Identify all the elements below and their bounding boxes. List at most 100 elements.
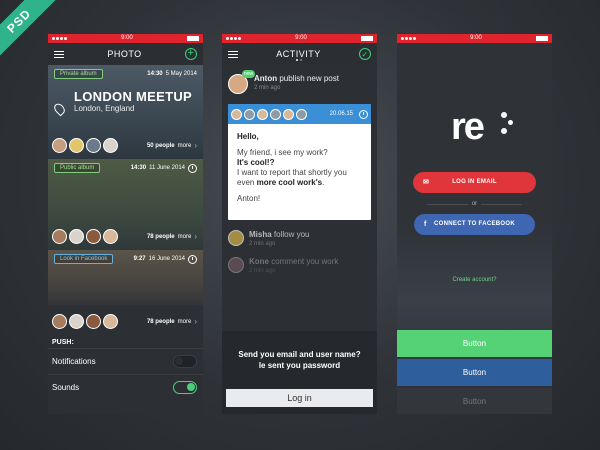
app-logo: re <box>451 106 485 148</box>
message-header: 20.06.15 <box>228 104 371 124</box>
people-row[interactable]: 50 people more › <box>52 138 197 153</box>
avatar[interactable] <box>52 229 67 244</box>
login-email-label: LOG IN EMAIL <box>452 179 497 185</box>
avatar[interactable] <box>103 314 118 329</box>
status-bar: 9:00 <box>397 34 552 43</box>
feed-item[interactable]: new Anton publish new post 2 min ago <box>222 65 377 94</box>
new-badge: new <box>241 70 255 78</box>
blue-button[interactable]: Button <box>397 359 552 386</box>
avatar[interactable] <box>244 108 255 120</box>
album-date: 5 May 2014 <box>165 71 197 77</box>
feed-item[interactable]: Kone comment you work 2 min ago <box>222 247 377 274</box>
avatar[interactable] <box>257 108 268 120</box>
feed-item[interactable]: Misha follow you 2 min ago <box>222 220 377 247</box>
login-prompt: Send you email and user name? le sent yo… <box>222 349 377 371</box>
chevron-right-icon[interactable]: › <box>194 232 197 241</box>
avatar[interactable] <box>52 138 67 153</box>
avatar[interactable] <box>228 257 244 273</box>
avatar[interactable] <box>86 229 101 244</box>
green-button[interactable]: Button <box>397 330 552 357</box>
gray-button[interactable]: Button <box>397 388 552 414</box>
avatar[interactable] <box>86 314 101 329</box>
feed-action: follow you <box>273 230 310 239</box>
avatar[interactable]: new <box>228 70 255 94</box>
feed-user[interactable]: Misha <box>249 230 272 239</box>
setting-notifications[interactable]: Notifications <box>48 348 203 374</box>
create-account-link[interactable]: Create account? <box>397 277 552 283</box>
people-row[interactable]: 78 people more › <box>52 229 197 244</box>
setting-label: Notifications <box>52 357 96 366</box>
avatar[interactable] <box>69 314 84 329</box>
button-stack: Button Button Button <box>397 330 552 414</box>
avatar[interactable] <box>69 138 84 153</box>
connect-facebook-label: CONNECT TO FACEBOOK <box>434 221 515 227</box>
album-time: 14:30 <box>130 165 147 171</box>
avatar[interactable] <box>52 314 67 329</box>
album-time: 9:27 <box>133 256 146 262</box>
login-email-button[interactable]: ✉ LOG IN EMAIL <box>413 172 536 193</box>
page-indicator[interactable] <box>296 59 302 61</box>
avatar[interactable] <box>270 108 281 120</box>
avatar[interactable] <box>86 138 101 153</box>
avatar[interactable] <box>283 108 294 120</box>
chevron-right-icon[interactable]: › <box>194 317 197 326</box>
notifications-toggle[interactable] <box>173 355 197 368</box>
connect-facebook-button[interactable]: f CONNECT TO FACEBOOK <box>414 214 535 235</box>
avatar[interactable] <box>231 108 242 120</box>
login-prompt-line: le sent you password <box>258 361 341 370</box>
message-line: It's cool!? <box>237 158 275 167</box>
album-card[interactable]: Look in Facebook 9:27 16 June 2014 <box>48 250 203 305</box>
message-line: . <box>322 178 325 187</box>
add-album-button[interactable]: + <box>185 48 197 60</box>
people-row[interactable]: 78 people more › <box>48 305 203 335</box>
feed-action: comment you work <box>271 257 339 266</box>
login-button[interactable]: Log in <box>226 389 373 407</box>
status-time: 9:00 <box>470 35 482 41</box>
or-label: or <box>471 201 478 207</box>
feed-time: 2 min ago <box>249 268 276 274</box>
avatar[interactable] <box>103 229 118 244</box>
avatar[interactable] <box>69 229 84 244</box>
message-line: My friend, i see my work? <box>237 148 328 157</box>
check-icon[interactable]: ✓ <box>358 48 371 60</box>
clock-icon <box>188 254 197 264</box>
feed-user[interactable]: Kone <box>249 257 269 266</box>
facebook-icon: f <box>424 221 427 228</box>
avatar[interactable] <box>296 108 307 120</box>
message-line: more cool work's <box>256 178 323 187</box>
push-label: PUSH: <box>48 335 203 348</box>
signal-icon <box>226 37 241 40</box>
album-location: London, England <box>74 104 135 113</box>
or-divider: or <box>427 201 522 207</box>
avatar[interactable] <box>228 230 244 246</box>
phone-activity-screen: 9:00 ACTIVITY ✓ new Anton publish new po… <box>222 34 377 414</box>
chevron-right-icon[interactable]: › <box>194 141 197 150</box>
people-more-link[interactable]: more <box>178 319 192 325</box>
avatar[interactable] <box>103 138 118 153</box>
people-more-link[interactable]: more <box>178 143 192 149</box>
people-count: 78 people <box>146 318 175 325</box>
album-date: 16 June 2014 <box>148 256 185 262</box>
album-tag[interactable]: Private album <box>54 69 103 79</box>
album-card[interactable]: Private album 14:30 5 May 2014 LONDON MEE… <box>48 65 203 159</box>
sounds-toggle[interactable] <box>173 381 197 394</box>
clock-icon <box>188 163 197 173</box>
album-tag[interactable]: Public album <box>54 163 101 173</box>
people-more-link[interactable]: more <box>178 234 192 240</box>
feed-user[interactable]: Anton <box>254 74 277 83</box>
people-count: 78 people <box>146 233 175 240</box>
message-card[interactable]: 20.06.15 Hello, My friend, i see my work… <box>228 104 371 220</box>
signal-icon <box>401 37 416 40</box>
album-card[interactable]: Public album 14:30 11 June 2014 78 people… <box>48 159 203 250</box>
hamburger-menu-icon[interactable] <box>228 50 238 58</box>
status-time: 9:00 <box>121 35 133 41</box>
album-date: 11 June 2014 <box>149 165 185 171</box>
status-bar: 9:00 <box>222 34 377 43</box>
people-count: 50 people <box>146 142 175 149</box>
setting-label: Sounds <box>52 383 80 392</box>
list-menu-icon[interactable] <box>54 50 64 58</box>
setting-sounds[interactable]: Sounds <box>48 374 203 400</box>
message-sign: Anton! <box>237 194 261 203</box>
battery-icon <box>361 36 373 41</box>
album-tag[interactable]: Look in Facebook <box>54 254 114 264</box>
